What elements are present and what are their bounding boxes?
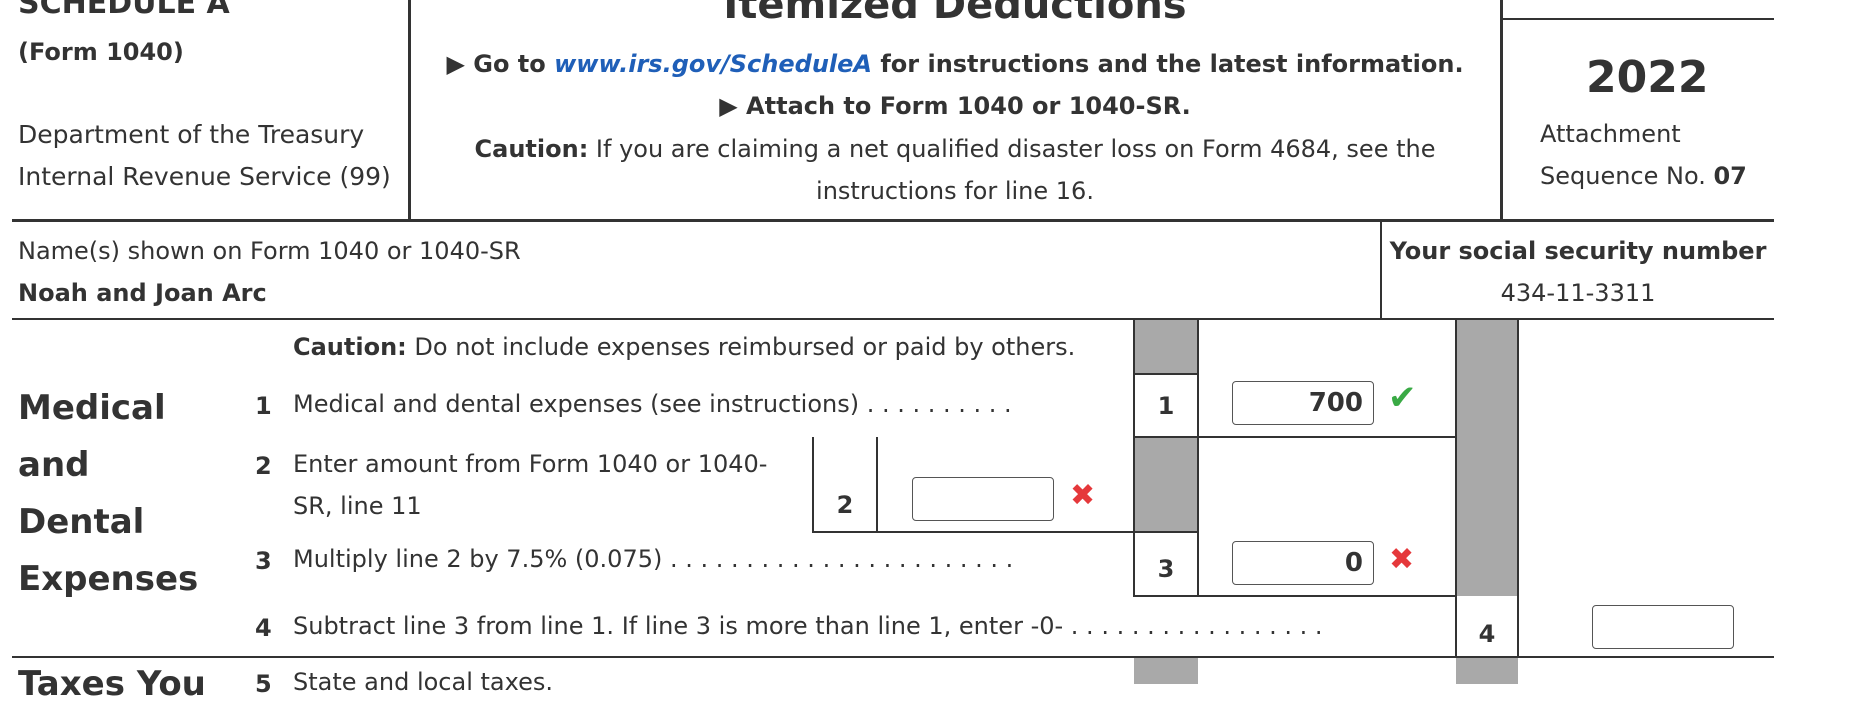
- header-divider-right: [1500, 0, 1503, 220]
- attach-line: ▶ Attach to Form 1040 or 1040-SR.: [410, 92, 1500, 120]
- caution-label: Caution:: [474, 135, 589, 163]
- line-4-box-number: 4: [1478, 620, 1496, 648]
- line-5-number: 5: [255, 670, 272, 698]
- attach-text: Attach to Form 1040 or 1040-SR.: [746, 92, 1191, 120]
- shade-col-b-bottom: [1456, 657, 1518, 684]
- cross-icon: ✖: [1389, 542, 1415, 577]
- line-1-text: Medical and dental expenses (see instruc…: [293, 390, 1012, 418]
- shade-col-a-mid: [1134, 437, 1198, 532]
- form-number: (Form 1040): [18, 38, 184, 66]
- cross-icon: ✖: [1070, 478, 1096, 513]
- sequence-number: 07: [1713, 162, 1747, 190]
- section-title-line: Dental: [18, 502, 145, 542]
- line-4-text: Subtract line 3 from line 1. If line 3 i…: [293, 612, 1323, 640]
- ssn-value: 434-11-3311: [1500, 279, 1656, 307]
- line-4-dots: . . . . . . . . . . . . . . . . .: [1070, 612, 1323, 640]
- line-4-label: Subtract line 3 from line 1. If line 3 i…: [293, 612, 1064, 640]
- line-2-text-2: SR, line 11: [293, 492, 422, 520]
- grid-line: [1133, 436, 1457, 438]
- next-section-title: Taxes You: [18, 664, 206, 704]
- shade-col-a-bottom: [1134, 657, 1198, 684]
- header-year-rule: [1500, 18, 1774, 20]
- goto-line: ▶ Go to www.irs.gov/ScheduleA for instru…: [410, 50, 1500, 78]
- section-caution: Caution: Do not include expenses reimbur…: [293, 333, 1075, 361]
- header-bottom-rule: [12, 219, 1774, 222]
- line-3-input[interactable]: [1232, 541, 1374, 585]
- ssn-label: Your social security number: [1389, 237, 1767, 265]
- section-caution-text: Do not include expenses reimbursed or pa…: [406, 333, 1076, 361]
- grid-line: [1517, 320, 1519, 657]
- irs-name: Internal Revenue Service (99): [18, 162, 391, 191]
- goto-post: for instructions and the latest informat…: [871, 50, 1464, 78]
- schedule-a-link[interactable]: www.irs.gov/ScheduleA: [554, 50, 872, 78]
- schedule-title: SCHEDULE A: [18, 0, 230, 21]
- section-caution-label: Caution:: [293, 333, 407, 361]
- names-value: Noah and Joan Arc: [18, 279, 267, 307]
- line-5-text: State and local taxes.: [293, 668, 553, 696]
- sequence-label: Sequence No.: [1540, 162, 1714, 190]
- line-3-number: 3: [255, 547, 272, 575]
- line2-frame: [812, 531, 1135, 533]
- goto-pre: Go to: [473, 50, 555, 78]
- caution-line-2: instructions for line 16.: [816, 177, 1094, 205]
- sequence-line: Sequence No. 07: [1540, 162, 1747, 190]
- shade-col-b: [1456, 320, 1518, 596]
- section-bottom-rule: [12, 656, 1774, 658]
- section-title-line: Expenses: [18, 559, 199, 599]
- caution-line: Caution: If you are claiming a net quali…: [410, 135, 1500, 163]
- triangle-right-icon: ▶: [719, 92, 738, 120]
- line-1-input[interactable]: [1232, 381, 1374, 425]
- line-3-box-number: 3: [1157, 555, 1175, 583]
- line-3-label: Multiply line 2 by 7.5% (0.075): [293, 545, 663, 573]
- line-2-box-number: 2: [836, 491, 854, 519]
- department-name: Department of the Treasury: [18, 120, 365, 149]
- line-2-input[interactable]: [912, 477, 1054, 521]
- attachment-label: Attachment: [1540, 120, 1681, 148]
- tax-year: 2022: [1586, 52, 1709, 103]
- line-1-box-number: 1: [1157, 392, 1175, 420]
- line-2-number: 2: [255, 452, 272, 480]
- line2-frame: [876, 437, 878, 532]
- names-label: Name(s) shown on Form 1040 or 1040-SR: [18, 237, 521, 265]
- section-title-line: Medical: [18, 388, 166, 428]
- form-title: Itemized Deductions: [723, 0, 1187, 28]
- triangle-right-icon: ▶: [446, 50, 465, 78]
- section-title: Medical and Dental Expenses: [18, 380, 198, 608]
- grid-line: [1455, 320, 1457, 657]
- line-1-label: Medical and dental expenses (see instruc…: [293, 390, 860, 418]
- grid-line: [1133, 531, 1199, 533]
- section-title-line: and: [18, 445, 90, 485]
- shade-col-a-top: [1134, 320, 1198, 373]
- grid-line: [1133, 373, 1199, 375]
- line-4-input[interactable]: [1592, 605, 1734, 649]
- line-3-text: Multiply line 2 by 7.5% (0.075) . . . . …: [293, 545, 1013, 573]
- caution-text: If you are claiming a net qualified disa…: [588, 135, 1436, 163]
- line-2-text-1: Enter amount from Form 1040 or 1040-: [293, 450, 768, 478]
- line-4-number: 4: [255, 614, 272, 642]
- line-1-dots: . . . . . . . . . .: [866, 390, 1012, 418]
- line-1-number: 1: [255, 392, 272, 420]
- line-3-dots: . . . . . . . . . . . . . . . . . . . . …: [669, 545, 1014, 573]
- grid-line: [1133, 595, 1457, 597]
- check-icon: ✔: [1388, 378, 1417, 418]
